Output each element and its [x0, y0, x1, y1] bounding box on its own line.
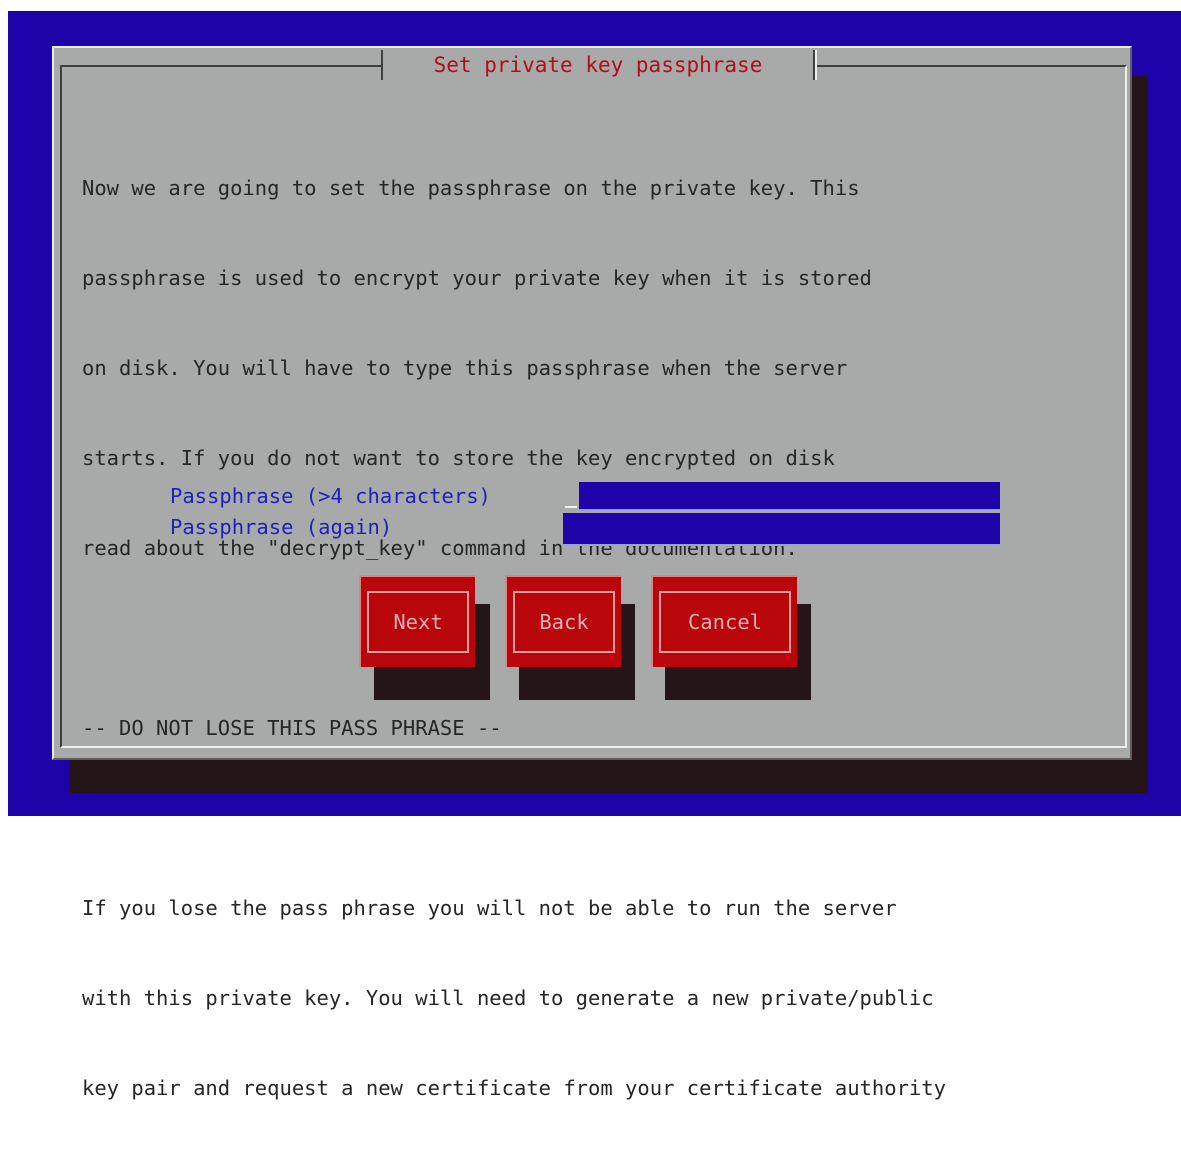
body-line: Now we are going to set the passphrase o…	[82, 176, 860, 200]
dialog-title: Set private key passphrase	[433, 53, 763, 77]
passphrase-label: Passphrase (>4 characters)	[170, 484, 491, 508]
body-line: on disk. You will have to type this pass…	[82, 356, 848, 380]
passphrase-again-label: Passphrase (again)	[170, 515, 393, 539]
body-line: passphrase is used to encrypt your priva…	[82, 266, 872, 290]
next-button[interactable]: Next	[359, 575, 475, 667]
text-cursor	[565, 506, 577, 508]
body-line	[82, 803, 946, 833]
body-line: key pair and request a new certificate f…	[82, 1076, 946, 1100]
back-button-label: Back	[513, 591, 615, 653]
body-line: starts. If you do not want to store the …	[82, 446, 835, 470]
body-line: with this private key. You will need to …	[82, 986, 934, 1010]
body-line: If you lose the pass phrase you will not…	[82, 896, 897, 920]
cancel-button[interactable]: Cancel	[651, 575, 797, 667]
dialog-title-bar: Set private key passphrase	[381, 49, 817, 81]
warning-line: -- DO NOT LOSE THIS PASS PHRASE --	[82, 716, 502, 740]
cancel-button-label: Cancel	[659, 591, 791, 653]
terminal-screen: Set private key passphrase Now we are go…	[0, 0, 1181, 1100]
passphrase-input[interactable]	[579, 482, 1000, 511]
title-left-tick	[381, 50, 383, 80]
passphrase-again-input[interactable]	[563, 513, 1000, 546]
back-button[interactable]: Back	[505, 575, 621, 667]
title-right-tick	[812, 50, 817, 80]
next-button-label: Next	[367, 591, 469, 653]
